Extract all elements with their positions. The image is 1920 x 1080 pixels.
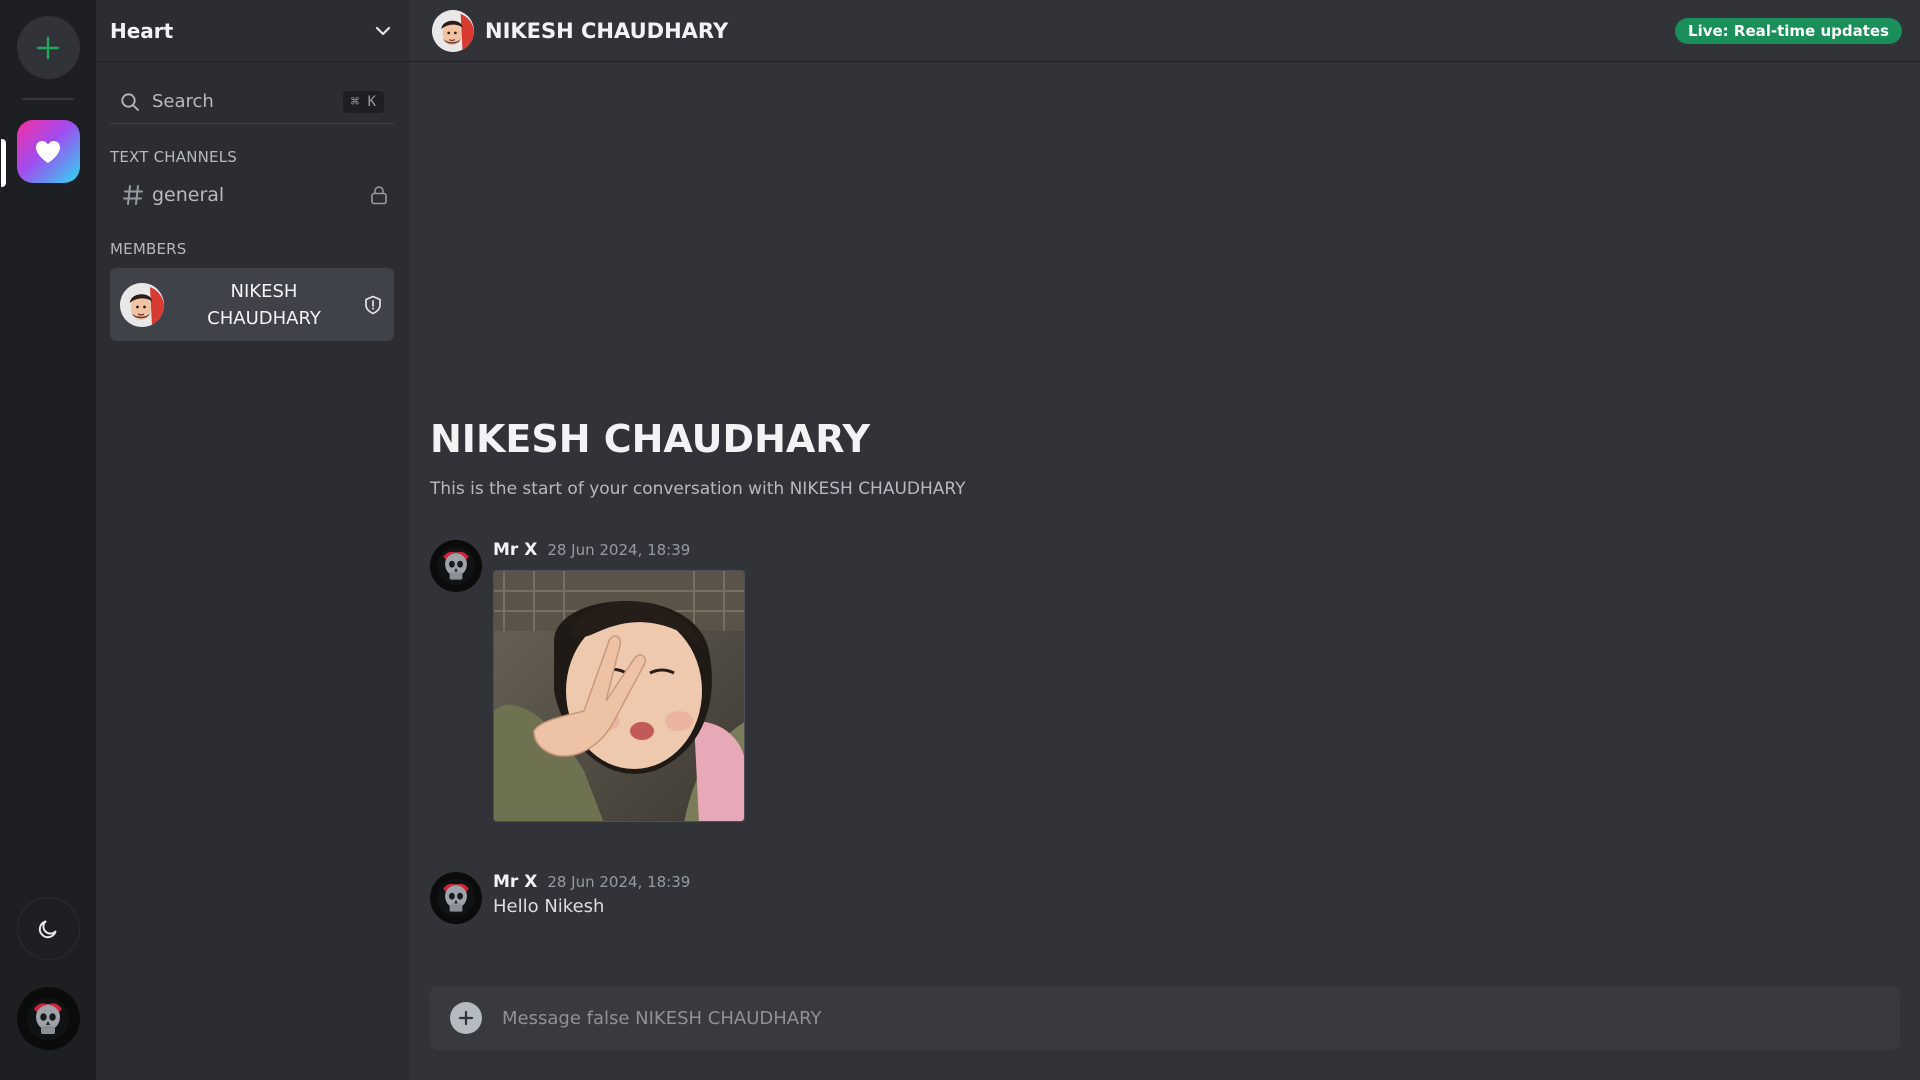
member-avatar (120, 282, 164, 327)
skull-avatar-icon (436, 878, 476, 918)
header-avatar[interactable] (432, 9, 474, 52)
channel-item-general[interactable]: general (110, 174, 398, 216)
chat-header: NIKESH CHAUDHARY Live: Real-time updates (410, 0, 1920, 62)
section-label-text-channels: TEXT CHANNELS (110, 148, 237, 166)
message-header: Mr X 28 Jun 2024, 18:39 (493, 872, 690, 892)
welcome-subtitle: This is the start of your conversation w… (430, 479, 966, 499)
chat-header-title: NIKESH CHAUDHARY (485, 18, 729, 43)
server-rail (0, 0, 96, 1080)
member-item-nikesh[interactable]: NIKESH CHAUDHARY (110, 268, 394, 341)
hash-icon (123, 185, 143, 205)
user-avatar-button[interactable] (16, 987, 80, 1050)
skull-avatar-icon (27, 997, 69, 1040)
rail-divider (22, 98, 74, 100)
rail-bottom (0, 897, 96, 1050)
attach-file-button[interactable] (450, 1002, 482, 1034)
theme-toggle-button[interactable] (16, 897, 80, 960)
section-label-members: MEMBERS (110, 240, 187, 258)
active-server-indicator (0, 139, 6, 187)
moon-icon (38, 920, 57, 938)
message-avatar[interactable] (430, 872, 482, 924)
message-image-attachment[interactable] (493, 570, 745, 822)
plus-icon (36, 36, 60, 59)
server-heart[interactable] (0, 120, 80, 187)
skull-avatar-icon (436, 546, 476, 586)
message-item: Mr X 28 Jun 2024, 18:39 (430, 540, 745, 822)
command-key: ⌘ (350, 93, 360, 110)
message-body: Mr X 28 Jun 2024, 18:39 Hello Nikesh (493, 872, 690, 924)
message-avatar[interactable] (430, 540, 482, 592)
message-composer (430, 986, 1900, 1050)
message-author[interactable]: Mr X (493, 872, 537, 892)
channel-name: general (152, 184, 225, 206)
member-name: NIKESH CHAUDHARY (207, 280, 321, 329)
cartoon-face-avatar (432, 9, 474, 52)
message-author[interactable]: Mr X (493, 540, 537, 560)
message-timestamp: 28 Jun 2024, 18:39 (547, 873, 691, 891)
app-root: Heart Search ⌘ K TEXT CHANNELS general M… (0, 0, 1920, 1080)
lock-icon (371, 186, 387, 205)
message-item: Mr X 28 Jun 2024, 18:39 Hello Nikesh (430, 872, 690, 924)
cartoon-face-avatar (120, 282, 164, 327)
channel-sidebar: Heart Search ⌘ K TEXT CHANNELS general M… (96, 0, 410, 1080)
server-icon[interactable] (16, 120, 80, 183)
message-header: Mr X 28 Jun 2024, 18:39 (493, 540, 745, 560)
photo-thumbnail (494, 571, 744, 821)
plus-icon (458, 1010, 474, 1026)
message-input[interactable] (502, 1007, 1880, 1029)
shield-icon (365, 295, 381, 314)
search-icon (121, 92, 139, 111)
message-timestamp: 28 Jun 2024, 18:39 (547, 541, 691, 559)
message-body: Mr X 28 Jun 2024, 18:39 (493, 540, 745, 822)
server-name: Heart (110, 18, 174, 43)
search-label: Search (152, 91, 214, 112)
conversation-welcome: NIKESH CHAUDHARY This is the start of yo… (430, 417, 966, 499)
message-text: Hello Nikesh (493, 896, 605, 917)
welcome-title: NIKESH CHAUDHARY (430, 417, 870, 461)
message-list[interactable]: NIKESH CHAUDHARY This is the start of yo… (410, 62, 1920, 1080)
server-header[interactable]: Heart (96, 0, 410, 62)
heart-icon (36, 140, 60, 163)
shortcut-letter: K (367, 93, 376, 110)
chevron-down-icon (375, 26, 391, 35)
search-shortcut: ⌘ K (342, 90, 384, 113)
search-button[interactable]: Search ⌘ K (110, 80, 394, 124)
live-status-badge: Live: Real-time updates (1675, 17, 1902, 44)
chat-main: NIKESH CHAUDHARY Live: Real-time updates… (410, 0, 1920, 1080)
add-server-button[interactable] (16, 16, 80, 79)
